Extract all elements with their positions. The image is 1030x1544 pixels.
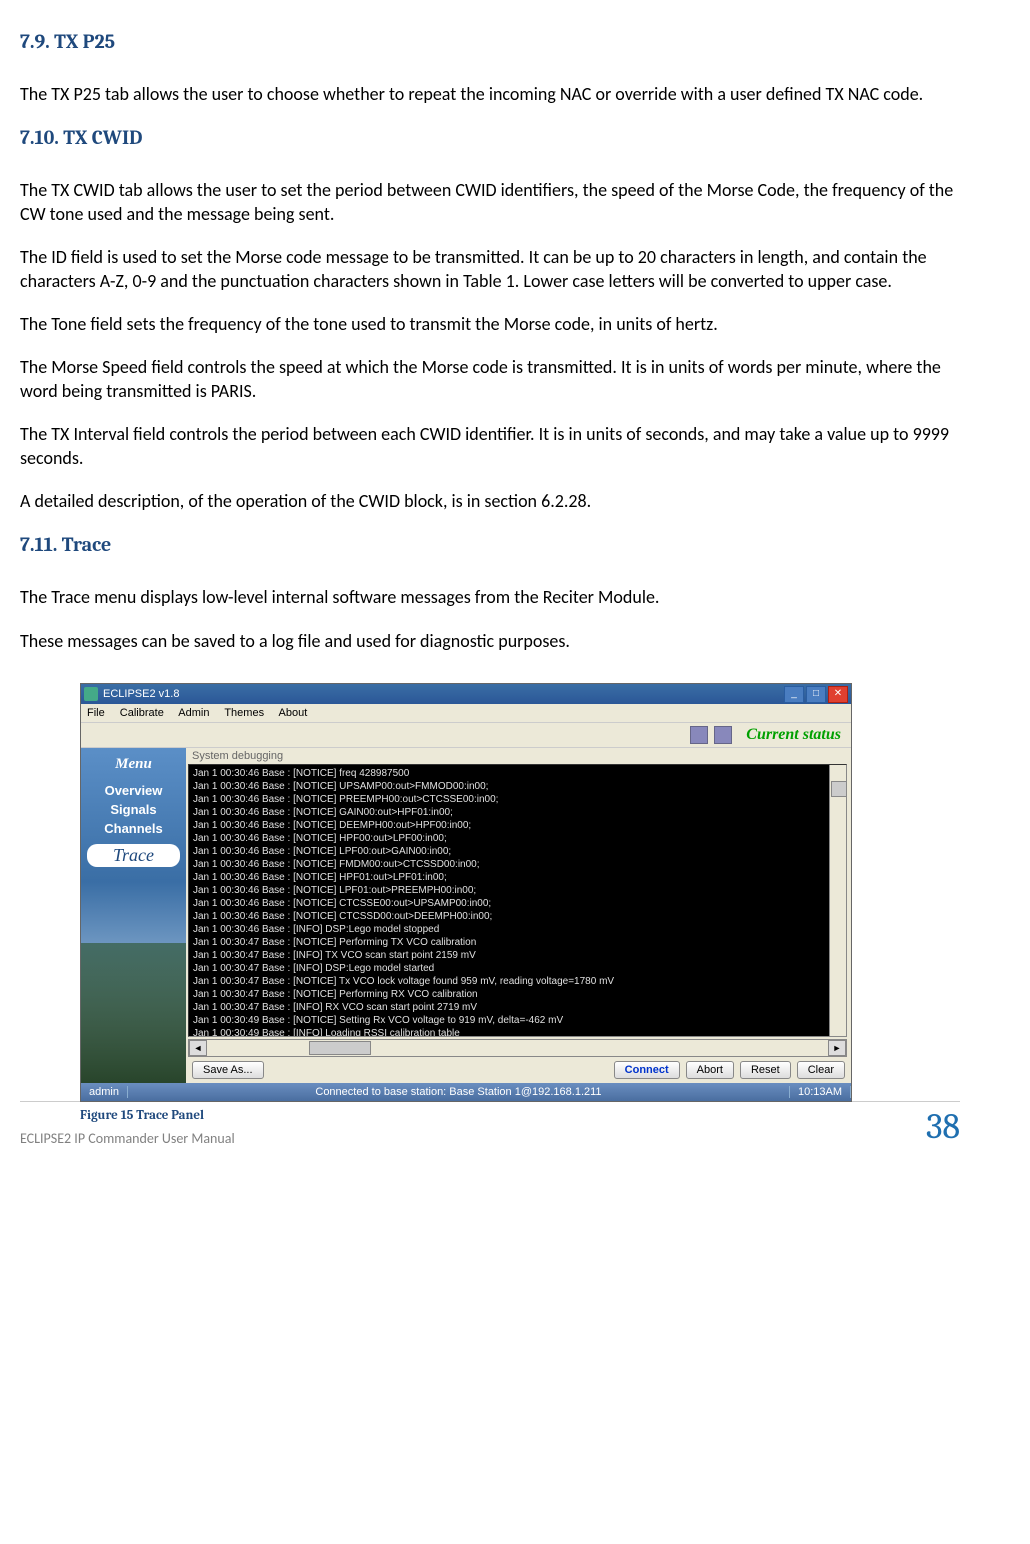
figure-trace-panel: ECLIPSE2 v1.8 _ □ ✕ File Calibrate Admin… [80,683,960,1123]
app-icon [84,687,98,701]
status-user: admin [81,1086,128,1098]
button-row: Save As... Connect Abort Reset Clear [186,1057,851,1083]
sidebar-item-signals[interactable]: Signals [81,802,186,817]
toolbar: Current status [81,723,851,748]
heading-tx-p25: 7.9. TX P25 [20,30,960,53]
menu-calibrate[interactable]: Calibrate [120,707,164,719]
toolbar-icon[interactable] [714,726,732,744]
body-text: A detailed description, of the operation… [20,490,960,513]
body-text: The Tone field sets the frequency of the… [20,313,960,336]
trace-line: Jan 1 00:30:46 Base : [NOTICE] CTCSSE00:… [193,897,842,910]
body-text: The TX P25 tab allows the user to choose… [20,83,960,106]
body-text: The TX CWID tab allows the user to set t… [20,179,960,226]
trace-line: Jan 1 00:30:47 Base : [INFO] DSP:Lego mo… [193,962,842,975]
menu-admin[interactable]: Admin [178,707,209,719]
figure-caption: Figure 15 Trace Panel [80,1108,960,1123]
sidebar: Menu Overview Signals Channels Trace [81,748,186,1083]
trace-line: Jan 1 00:30:47 Base : [NOTICE] Performin… [193,936,842,949]
trace-line: Jan 1 00:30:46 Base : [NOTICE] LPF01:out… [193,884,842,897]
trace-line: Jan 1 00:30:46 Base : [NOTICE] DEEMPH00:… [193,819,842,832]
save-as-button[interactable]: Save As... [192,1061,264,1079]
trace-line: Jan 1 00:30:46 Base : [NOTICE] freq 4289… [193,767,842,780]
body-text: The Morse Speed field controls the speed… [20,356,960,403]
trace-line: Jan 1 00:30:46 Base : [INFO] DSP:Lego mo… [193,923,842,936]
trace-line: Jan 1 00:30:46 Base : [NOTICE] HPF00:out… [193,832,842,845]
trace-line: Jan 1 00:30:46 Base : [NOTICE] HPF01:out… [193,871,842,884]
trace-line: Jan 1 00:30:47 Base : [NOTICE] Performin… [193,988,842,1001]
sidebar-background-image [81,943,186,1083]
reset-button[interactable]: Reset [740,1061,791,1079]
clear-button[interactable]: Clear [797,1061,845,1079]
body-text: The TX Interval field controls the perio… [20,423,960,470]
toolbar-icon[interactable] [690,726,708,744]
abort-button[interactable]: Abort [686,1061,734,1079]
trace-line: Jan 1 00:30:49 Base : [INFO] Loading RSS… [193,1027,842,1037]
panel-label: System debugging [186,748,851,764]
maximize-button[interactable]: □ [806,686,826,703]
scroll-right-icon[interactable]: ► [828,1040,846,1056]
close-button[interactable]: ✕ [828,686,848,703]
trace-line: Jan 1 00:30:46 Base : [NOTICE] FMDM00:ou… [193,858,842,871]
minimize-button[interactable]: _ [784,686,804,703]
sidebar-item-overview[interactable]: Overview [81,783,186,798]
connect-button[interactable]: Connect [614,1061,680,1079]
trace-line: Jan 1 00:30:46 Base : [NOTICE] CTCSSD00:… [193,910,842,923]
trace-line: Jan 1 00:30:49 Base : [NOTICE] Setting R… [193,1014,842,1027]
sidebar-item-trace[interactable]: Trace [87,844,180,867]
menu-themes[interactable]: Themes [224,707,264,719]
window-titlebar[interactable]: ECLIPSE2 v1.8 _ □ ✕ [81,684,851,704]
body-text: The ID field is used to set the Morse co… [20,246,960,293]
horizontal-scrollbar[interactable]: ◄ ► [188,1039,847,1057]
trace-line: Jan 1 00:30:47 Base : [INFO] RX VCO scan… [193,1001,842,1014]
footer-doc-title: ECLIPSE2 IP Commander User Manual [20,1130,235,1147]
trace-line: Jan 1 00:30:47 Base : [INFO] TX VCO scan… [193,949,842,962]
current-status-label: Current status [746,726,841,744]
menu-file[interactable]: File [87,707,105,719]
trace-line: Jan 1 00:30:46 Base : [NOTICE] LPF00:out… [193,845,842,858]
heading-trace: 7.11. Trace [20,533,960,556]
sidebar-title: Menu [81,756,186,773]
body-text: The Trace menu displays low-level intern… [20,586,960,609]
vertical-scrollbar[interactable] [829,765,846,1036]
heading-tx-cwid: 7.10. TX CWID [20,126,960,149]
trace-line: Jan 1 00:30:46 Base : [NOTICE] GAIN00:ou… [193,806,842,819]
body-text: These messages can be saved to a log fil… [20,630,960,653]
statusbar: admin Connected to base station: Base St… [81,1083,851,1101]
window-title: ECLIPSE2 v1.8 [103,688,179,700]
trace-log[interactable]: Jan 1 00:30:46 Base : [NOTICE] freq 4289… [188,764,847,1037]
trace-line: Jan 1 00:30:47 Base : [NOTICE] Tx VCO lo… [193,975,842,988]
sidebar-item-channels[interactable]: Channels [81,821,186,836]
menubar: File Calibrate Admin Themes About [81,704,851,723]
status-time: 10:13AM [790,1086,851,1098]
app-window: ECLIPSE2 v1.8 _ □ ✕ File Calibrate Admin… [80,683,852,1102]
menu-about[interactable]: About [279,707,308,719]
trace-line: Jan 1 00:30:46 Base : [NOTICE] PREEMPH00… [193,793,842,806]
status-connection: Connected to base station: Base Station … [128,1086,790,1098]
scroll-left-icon[interactable]: ◄ [189,1040,207,1056]
trace-line: Jan 1 00:30:46 Base : [NOTICE] UPSAMP00:… [193,780,842,793]
